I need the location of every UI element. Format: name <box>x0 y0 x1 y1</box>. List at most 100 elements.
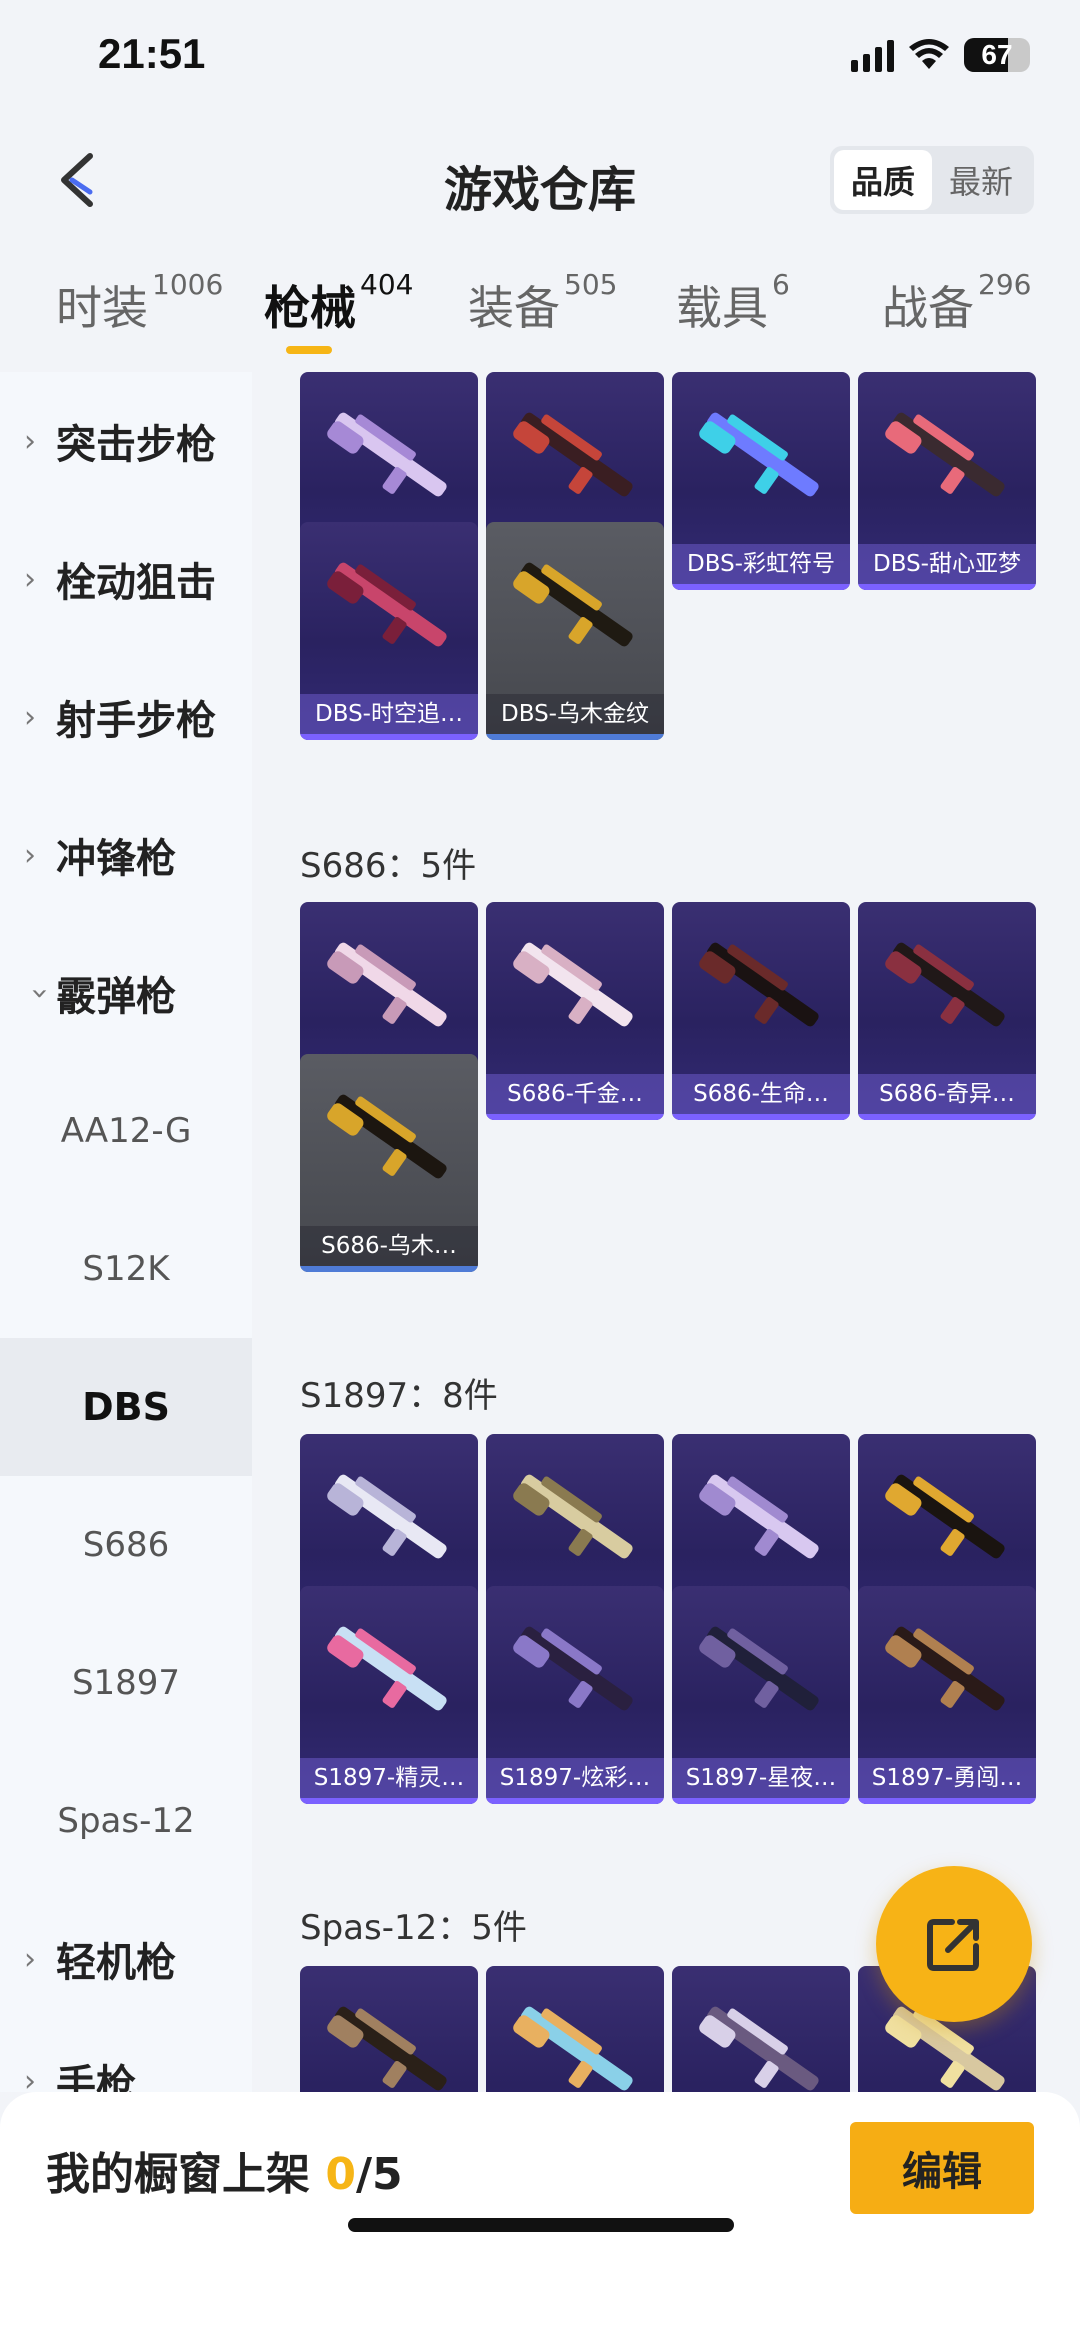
showcase-label: 我的橱窗上架 <box>46 2149 326 2200</box>
skin-name: S1897-炫彩… <box>486 1758 664 1798</box>
status-icons: 67 <box>851 38 1030 72</box>
skin-name: DBS-乌木金纹 <box>486 694 664 734</box>
weapon-skin-image <box>885 942 1005 1027</box>
weapon-skin-image <box>699 1474 819 1559</box>
skin-card[interactable] <box>672 1966 850 2092</box>
tab-label: 战备 <box>882 281 974 335</box>
skin-card[interactable]: DBS-乌木金纹 <box>486 522 664 740</box>
skin-name: S686-千金… <box>486 1074 664 1114</box>
tab-label: 枪械 <box>264 281 356 335</box>
weapon-skin-image <box>327 562 447 647</box>
sidebar-item-label: 轻机枪 <box>56 1940 176 1986</box>
sidebar-item-smg[interactable]: › 冲锋枪 <box>0 786 252 924</box>
skin-card[interactable]: S686-奇异… <box>858 902 1036 1120</box>
skin-name: DBS-彩虹符号 <box>672 544 850 584</box>
sidebar-item-label: 手枪 <box>56 2062 136 2092</box>
skin-card[interactable]: DBS-彩虹符号 <box>672 372 850 590</box>
weapon-skin-image <box>327 2006 447 2091</box>
skin-card[interactable] <box>486 1966 664 2092</box>
weapon-skin-image <box>513 1474 633 1559</box>
sidebar-item-lmg[interactable]: › 轻机枪 <box>0 1890 252 2028</box>
battery-level: 67 <box>981 39 1013 70</box>
share-fab-button[interactable] <box>876 1866 1032 2022</box>
tab-firearms[interactable]: 枪械 404 <box>264 268 413 338</box>
weapon-skin-image <box>885 1474 1005 1559</box>
skin-card[interactable]: S686-生命… <box>672 902 850 1120</box>
weapon-skin-image <box>327 1094 447 1179</box>
tab-label: 载具 <box>676 281 768 335</box>
status-bar: 21:51 67 <box>0 0 1080 120</box>
weapon-skin-image <box>699 1626 819 1711</box>
sidebar-sub-dbs[interactable]: DBS <box>0 1338 252 1476</box>
status-time: 21:51 <box>98 30 206 77</box>
chevron-down-icon: › <box>22 987 58 999</box>
sort-newest-button[interactable]: 最新 <box>932 150 1030 210</box>
skin-card[interactable]: S1897-精灵… <box>300 1586 478 1804</box>
section-title-s1897: S1897：8件 <box>300 1376 498 1416</box>
chevron-right-icon: › <box>24 2063 36 2093</box>
sidebar-item-bolt-sniper[interactable]: › 栓动狙击 <box>0 510 252 648</box>
weapon-skin-image <box>513 2006 633 2091</box>
skin-name: S686-生命… <box>672 1074 850 1114</box>
sidebar-sub-s12k[interactable]: S12K <box>0 1200 252 1338</box>
sidebar-item-assault-rifle[interactable]: › 突击步枪 <box>0 372 252 510</box>
sidebar-sub-aa12g[interactable]: AA12-G <box>0 1062 252 1200</box>
weapon-skin-image <box>327 942 447 1027</box>
tab-count: 1006 <box>152 268 224 301</box>
chevron-right-icon: › <box>24 837 36 873</box>
skin-card[interactable]: S686-千金… <box>486 902 664 1120</box>
tab-label: 时装 <box>56 281 148 335</box>
weapon-skin-image <box>513 942 633 1027</box>
tab-label: 装备 <box>468 281 560 335</box>
weapon-skin-image <box>699 2006 819 2091</box>
category-tabs: 时装 1006 枪械 404 装备 505 载具 6 战备 296 <box>0 262 1080 372</box>
showcase-bar: 我的橱窗上架 0/5 编辑 <box>0 2092 1080 2339</box>
nav-bar: 游戏仓库 品质 最新 <box>0 130 1080 230</box>
weapon-skin-image <box>327 1474 447 1559</box>
skin-name: S1897-勇闯… <box>858 1758 1036 1798</box>
home-indicator <box>348 2218 734 2232</box>
chevron-right-icon: › <box>24 1941 36 1977</box>
sort-toggle: 品质 最新 <box>830 146 1034 214</box>
signal-icon <box>851 38 894 72</box>
sidebar-item-shotgun[interactable]: › 霰弹枪 <box>0 924 252 1062</box>
weapon-skin-image <box>885 412 1005 497</box>
chevron-right-icon: › <box>24 699 36 735</box>
sidebar-item-label: 冲锋枪 <box>56 836 176 882</box>
sidebar-sub-s1897[interactable]: S1897 <box>0 1614 252 1752</box>
active-tab-indicator <box>286 346 332 354</box>
skin-grid: S686：5件 S1897：8件 Spas-12：5件 DBS-巴啦啦…DBS-… <box>252 372 1080 2092</box>
skin-name: S686-乌木… <box>300 1226 478 1266</box>
weapon-skin-image <box>513 1626 633 1711</box>
tab-supplies[interactable]: 战备 296 <box>882 268 1031 338</box>
skin-card[interactable]: S1897-炫彩… <box>486 1586 664 1804</box>
sidebar-sub-spas12[interactable]: Spas-12 <box>0 1752 252 1890</box>
skin-card[interactable]: S1897-星夜… <box>672 1586 850 1804</box>
chevron-right-icon: › <box>24 423 36 459</box>
skin-name: S686-奇异… <box>858 1074 1036 1114</box>
skin-card[interactable]: DBS-时空追… <box>300 522 478 740</box>
tab-equipment[interactable]: 装备 505 <box>468 268 617 338</box>
sidebar-item-pistol[interactable]: › 手枪 <box>0 2012 252 2092</box>
sidebar-item-marksman-rifle[interactable]: › 射手步枪 <box>0 648 252 786</box>
tab-fashion[interactable]: 时装 1006 <box>56 268 223 338</box>
sidebar-item-label: 霰弹枪 <box>56 974 176 1020</box>
sidebar-item-label: 栓动狙击 <box>56 560 216 606</box>
tab-vehicles[interactable]: 载具 6 <box>676 268 790 338</box>
battery-icon: 67 <box>964 38 1030 72</box>
skin-card[interactable]: S686-乌木… <box>300 1054 478 1272</box>
skin-card[interactable] <box>300 1966 478 2092</box>
sidebar-sub-s686[interactable]: S686 <box>0 1476 252 1614</box>
weapon-skin-image <box>699 412 819 497</box>
sidebar-item-label: 射手步枪 <box>56 698 216 744</box>
skin-card[interactable]: S1897-勇闯… <box>858 1586 1036 1804</box>
showcase-current: 0 <box>325 2149 356 2200</box>
sort-quality-button[interactable]: 品质 <box>834 150 932 210</box>
share-external-icon <box>927 1919 979 1971</box>
tab-count: 6 <box>772 268 790 301</box>
skin-name: DBS-甜心亚梦 <box>858 544 1036 584</box>
skin-name: S1897-精灵… <box>300 1758 478 1798</box>
edit-button[interactable]: 编辑 <box>850 2122 1034 2214</box>
skin-card[interactable]: DBS-甜心亚梦 <box>858 372 1036 590</box>
showcase-total: /5 <box>355 2149 403 2200</box>
